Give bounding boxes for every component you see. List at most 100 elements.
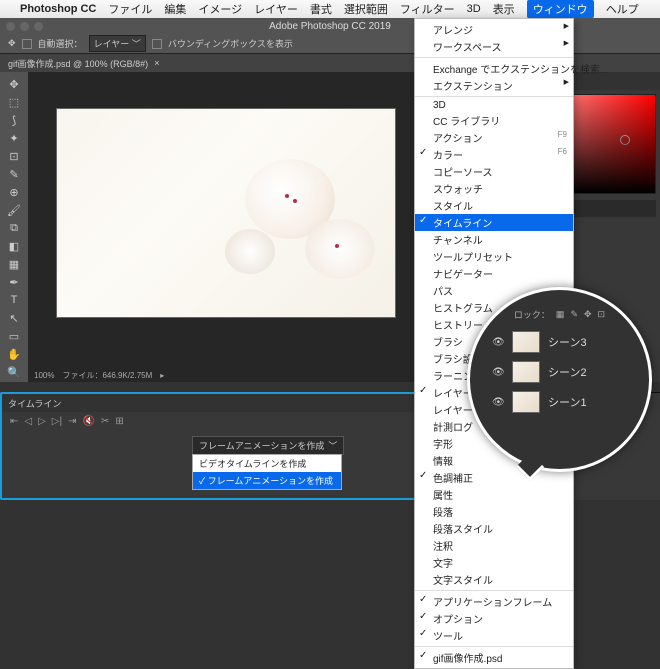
menu-view[interactable]: 表示 — [493, 1, 515, 17]
move-tool-icon[interactable]: ✥ — [8, 38, 16, 49]
app-menu[interactable]: Photoshop CC — [20, 3, 96, 15]
window-controls[interactable] — [6, 22, 43, 31]
color-picker-ring[interactable] — [620, 135, 630, 145]
window-menu-item[interactable]: ツール — [415, 627, 573, 644]
lock-artboard-icon[interactable]: ⊡ — [598, 309, 606, 320]
tl-prev-icon[interactable]: ◁ — [24, 416, 32, 427]
marquee-tool[interactable]: ⬚ — [4, 94, 24, 110]
window-menu-item[interactable]: スタイル — [415, 197, 573, 214]
window-menu-item[interactable]: エクステンション — [415, 77, 573, 94]
window-menu-item[interactable]: 文字 — [415, 554, 573, 571]
eye-icon[interactable]: 👁 — [492, 397, 504, 408]
move-tool[interactable]: ✥ — [4, 76, 24, 92]
timeline-body: フレームアニメーションを作成﹀ ビデオタイムラインを作成 ✓ フレームアニメーシ… — [2, 430, 458, 480]
auto-select-label: 自動選択： — [38, 37, 83, 50]
timeline-opt-video[interactable]: ビデオタイムラインを作成 — [193, 455, 341, 472]
window-menu-item[interactable]: コピーソース — [415, 163, 573, 180]
window-menu-item[interactable]: CC ライブラリ — [415, 112, 573, 129]
type-tool[interactable]: T — [4, 292, 24, 308]
status-arrow-icon[interactable]: ▸ — [160, 371, 164, 380]
tl-next-icon[interactable]: ▷| — [52, 416, 62, 427]
window-menu-item[interactable]: アプリケーションフレーム — [415, 593, 573, 610]
tl-cut-icon[interactable]: ✂ — [101, 416, 109, 427]
gradient-tool[interactable]: ▦ — [4, 256, 24, 272]
window-menu-item[interactable]: チャンネル — [415, 231, 573, 248]
window-menu-item[interactable]: アレンジ — [415, 21, 573, 38]
timeline-controls: ⇤ ◁ ▷ ▷| ⇥ 🔇 ✂ ⊞ — [2, 412, 458, 430]
document-tab[interactable]: gif画像作成.psd @ 100% (RGB/8#) — [8, 57, 148, 70]
window-menu-item[interactable]: スウォッチ — [415, 180, 573, 197]
menu-edit[interactable]: 編集 — [164, 1, 186, 17]
canvas-image — [56, 108, 396, 318]
hand-tool[interactable]: ✋ — [4, 346, 24, 362]
layer-thumb — [512, 391, 540, 413]
window-menu-item[interactable]: ワークスペース — [415, 38, 573, 55]
window-menu-item[interactable]: 3D — [415, 99, 573, 112]
zoom-level[interactable]: 100% — [34, 371, 54, 380]
window-menu-item[interactable]: gif画像作成.psd — [415, 649, 573, 666]
window-menu-item[interactable]: ツールプリセット — [415, 248, 573, 265]
tl-first-icon[interactable]: ⇤ — [10, 416, 18, 427]
window-menu-item[interactable]: 段落スタイル — [415, 520, 573, 537]
window-menu-item[interactable]: 段落 — [415, 503, 573, 520]
tl-audio-icon[interactable]: 🔇 — [82, 416, 94, 427]
canvas-area[interactable]: 100% ファイル：646.9K/2.75M ▸ — [28, 72, 460, 382]
menu-type[interactable]: 書式 — [310, 1, 332, 17]
window-menu-item[interactable]: 文字スタイル — [415, 571, 573, 588]
callout-layer-row[interactable]: 👁シーン2 — [482, 357, 637, 387]
app-title: Adobe Photoshop CC 2019 — [269, 21, 391, 32]
window-menu-item[interactable]: カラーF6 — [415, 146, 573, 163]
path-tool[interactable]: ↖ — [4, 310, 24, 326]
auto-select-checkbox[interactable] — [22, 39, 32, 49]
window-menu-item[interactable]: 属性 — [415, 486, 573, 503]
pen-tool[interactable]: ✒ — [4, 274, 24, 290]
menu-select[interactable]: 選択範囲 — [344, 1, 388, 17]
stamp-tool[interactable]: ⧉ — [4, 220, 24, 236]
lock-pixels-icon[interactable]: ▦ — [556, 309, 565, 320]
callout-layer-row[interactable]: 👁シーン3 — [482, 327, 637, 357]
window-menu-item[interactable]: タイムライン — [415, 214, 573, 231]
eraser-tool[interactable]: ◧ — [4, 238, 24, 254]
layer-thumb — [512, 361, 540, 383]
eye-icon[interactable]: 👁 — [492, 337, 504, 348]
timeline-opt-frame[interactable]: ✓ フレームアニメーションを作成 — [193, 472, 341, 489]
zoom-tool[interactable]: 🔍 — [4, 364, 24, 380]
heal-tool[interactable]: ⊕ — [4, 184, 24, 200]
bbox-label: バウンディングボックスを表示 — [168, 37, 293, 50]
menu-image[interactable]: イメージ — [198, 1, 242, 17]
window-menu-item[interactable]: ナビゲーター — [415, 265, 573, 282]
window-menu-item[interactable]: オプション — [415, 610, 573, 627]
callout-lock-row: ロック： ▦ ✎ ✥ ⊡ — [482, 308, 637, 321]
menu-help[interactable]: ヘルプ — [606, 1, 639, 17]
bbox-checkbox[interactable] — [152, 39, 162, 49]
file-info: ファイル：646.9K/2.75M — [62, 370, 152, 381]
menu-file[interactable]: ファイル — [108, 1, 152, 17]
timeline-create-dropdown[interactable]: フレームアニメーションを作成﹀ — [192, 436, 344, 455]
lock-move-icon[interactable]: ✥ — [584, 309, 592, 320]
lock-brush-icon[interactable]: ✎ — [570, 309, 578, 320]
menu-3d[interactable]: 3D — [467, 3, 481, 15]
window-menu-item[interactable]: 色調補正 — [415, 469, 573, 486]
status-bar: 100% ファイル：646.9K/2.75M ▸ — [28, 368, 460, 382]
menu-filter[interactable]: フィルター — [400, 1, 455, 17]
eye-icon[interactable]: 👁 — [492, 367, 504, 378]
auto-select-dropdown[interactable]: レイヤー ﹀ — [89, 35, 146, 52]
tl-last-icon[interactable]: ⇥ — [68, 416, 76, 427]
layer-thumb — [512, 331, 540, 353]
tl-transition-icon[interactable]: ⊞ — [115, 416, 123, 427]
menu-window[interactable]: ウィンドウ — [527, 0, 594, 18]
window-menu-item[interactable]: アクションF9 — [415, 129, 573, 146]
eyedropper-tool[interactable]: ✎ — [4, 166, 24, 182]
brush-tool[interactable]: 🖌 — [4, 202, 24, 218]
crop-tool[interactable]: ⊡ — [4, 148, 24, 164]
lasso-tool[interactable]: ⟆ — [4, 112, 24, 128]
timeline-tab[interactable]: タイムライン — [8, 397, 61, 410]
window-menu-item[interactable]: 注釈 — [415, 537, 573, 554]
menu-layer[interactable]: レイヤー — [254, 1, 298, 17]
window-menu-item[interactable]: Exchange でエクステンションを検索... — [415, 60, 573, 77]
tl-play-icon[interactable]: ▷ — [38, 416, 46, 427]
wand-tool[interactable]: ✦ — [4, 130, 24, 146]
callout-layer-row[interactable]: 👁シーン1 — [482, 387, 637, 417]
shape-tool[interactable]: ▭ — [4, 328, 24, 344]
close-tab-icon[interactable]: × — [154, 58, 159, 68]
